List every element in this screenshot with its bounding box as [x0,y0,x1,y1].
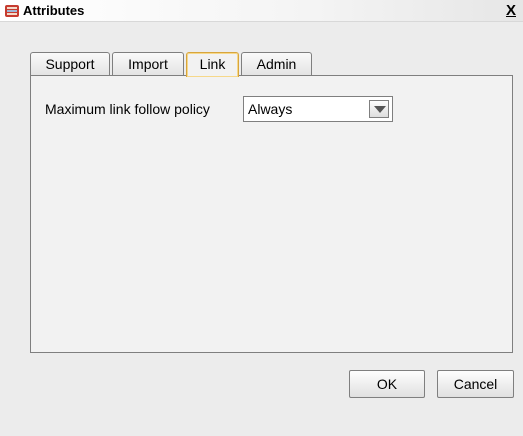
window-title: Attributes [23,3,85,18]
attributes-dialog: Attributes X Support Import Link Admin M… [0,0,523,436]
close-icon[interactable]: X [503,2,519,19]
cancel-button[interactable]: Cancel [437,370,514,398]
tab-label: Support [45,56,95,72]
title-bar[interactable]: Attributes X [0,0,523,22]
tab-import[interactable]: Import [112,52,184,76]
link-policy-value: Always [248,101,293,117]
tab-link[interactable]: Link [186,52,239,77]
tab-label: Admin [256,56,297,72]
link-tab-panel: Maximum link follow policy Always [30,75,513,353]
link-policy-dropdown[interactable]: Always [243,96,393,122]
app-icon [4,3,20,19]
dropdown-button[interactable] [369,100,389,118]
ok-button[interactable]: OK [349,370,425,398]
tab-label: Link [199,56,226,72]
policy-label: Maximum link follow policy [45,101,210,117]
tab-label: Import [128,56,168,72]
tab-support[interactable]: Support [30,52,110,76]
tab-admin[interactable]: Admin [241,52,312,76]
chevron-down-icon [374,106,386,113]
